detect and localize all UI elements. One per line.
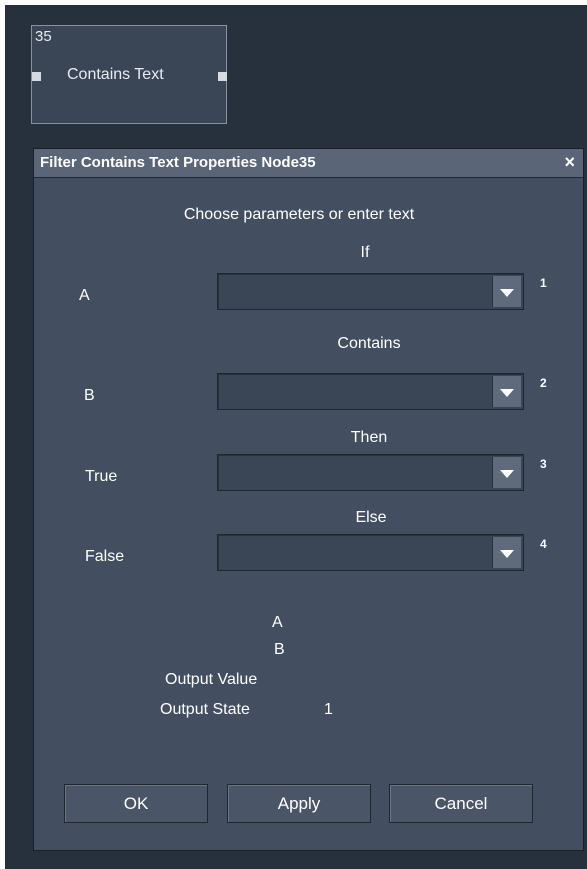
- chevron-down-icon: [500, 550, 514, 558]
- ok-button[interactable]: OK: [64, 784, 208, 823]
- field-a-combobox[interactable]: [217, 273, 524, 310]
- apply-button[interactable]: Apply: [227, 784, 371, 823]
- cancel-button[interactable]: Cancel: [389, 784, 533, 823]
- field-a-dropdown-button[interactable]: [492, 276, 521, 307]
- field-a-value[interactable]: [222, 278, 489, 305]
- node-id: 35: [35, 28, 52, 45]
- field-b-index: 2: [540, 376, 547, 390]
- graph-canvas[interactable]: 35 Contains Text Filter Contains Text Pr…: [5, 5, 587, 869]
- field-b-combobox[interactable]: [217, 373, 524, 410]
- field-false-dropdown-button[interactable]: [492, 537, 521, 568]
- field-b-label: B: [84, 387, 95, 404]
- section-else-label: Else: [355, 509, 387, 526]
- contains-text-node[interactable]: 35 Contains Text: [31, 25, 227, 124]
- field-false-combobox[interactable]: [217, 534, 524, 571]
- field-true-value[interactable]: [222, 459, 489, 486]
- field-a-index: 1: [540, 276, 547, 290]
- field-false-label: False: [85, 548, 125, 565]
- node-output-port[interactable]: [218, 72, 227, 81]
- chevron-down-icon: [500, 389, 514, 397]
- properties-dialog: Filter Contains Text Properties Node35 ×…: [33, 148, 584, 851]
- field-false-index: 4: [540, 537, 547, 551]
- section-contains-label: Contains: [337, 335, 401, 352]
- field-false-value[interactable]: [222, 539, 489, 566]
- field-b-dropdown-button[interactable]: [492, 376, 521, 407]
- dialog-title: Filter Contains Text Properties Node35: [40, 154, 316, 171]
- chevron-down-icon: [500, 289, 514, 297]
- output-state-value: 1: [324, 701, 333, 718]
- node-input-port[interactable]: [32, 72, 41, 81]
- field-a-label: A: [79, 287, 90, 304]
- node-label: Contains Text: [67, 66, 164, 83]
- close-icon[interactable]: ×: [564, 152, 575, 173]
- output-state-label: Output State: [160, 701, 250, 718]
- field-true-index: 3: [540, 457, 547, 471]
- output-value-label: Output Value: [165, 671, 258, 688]
- section-if-label: If: [360, 244, 370, 261]
- field-b-value[interactable]: [222, 378, 489, 405]
- section-then-label: Then: [350, 429, 388, 446]
- field-true-combobox[interactable]: [217, 454, 524, 491]
- field-true-label: True: [85, 468, 118, 485]
- field-true-dropdown-button[interactable]: [492, 457, 521, 488]
- dialog-heading: Choose parameters or enter text: [183, 206, 415, 223]
- status-a-label: A: [272, 614, 283, 631]
- chevron-down-icon: [500, 470, 514, 478]
- dialog-titlebar[interactable]: Filter Contains Text Properties Node35 ×: [34, 149, 583, 178]
- status-b-label: B: [274, 641, 285, 658]
